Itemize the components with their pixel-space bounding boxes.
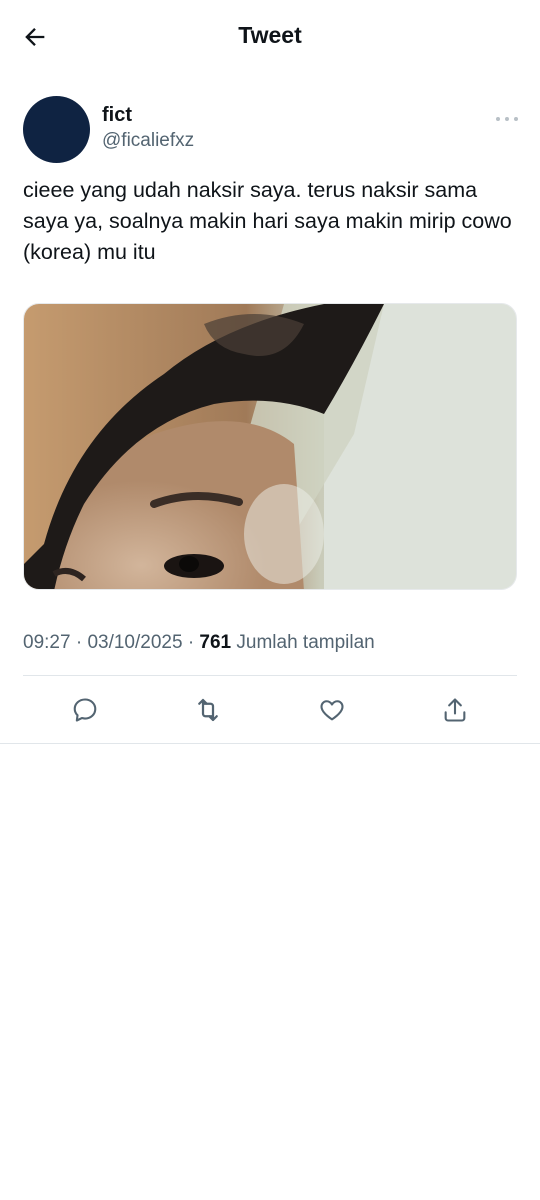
share-icon bbox=[444, 698, 466, 722]
tweet-date: 03/10/2025 bbox=[87, 632, 183, 653]
more-options-button[interactable] bbox=[496, 114, 518, 124]
like-button[interactable] bbox=[310, 688, 354, 732]
meta-separator: · bbox=[75, 632, 88, 653]
views-count[interactable]: 761 bbox=[199, 632, 231, 653]
page-title: Tweet bbox=[238, 22, 302, 48]
author-name[interactable]: fict bbox=[102, 104, 132, 127]
top-bar: Tweet bbox=[0, 0, 540, 72]
reply-button[interactable] bbox=[63, 688, 107, 732]
avatar[interactable] bbox=[23, 96, 90, 163]
divider bbox=[23, 675, 517, 676]
photo-image bbox=[24, 304, 516, 589]
more-dot-icon bbox=[514, 117, 518, 121]
more-dot-icon bbox=[496, 117, 500, 121]
tweet-media-photo[interactable] bbox=[23, 303, 517, 590]
views-label[interactable]: Jumlah tampilan bbox=[236, 632, 374, 653]
tweet-meta: 09:27 · 03/10/2025 · 761 Jumlah tampilan bbox=[23, 632, 375, 654]
tweet-text: cieee yang udah naksir saya. terus naksi… bbox=[23, 178, 512, 264]
reply-icon bbox=[73, 698, 97, 722]
meta-separator: · bbox=[187, 632, 200, 653]
tweet-time: 09:27 bbox=[23, 632, 71, 653]
more-dot-icon bbox=[505, 117, 509, 121]
author-handle[interactable]: @ficaliefxz bbox=[102, 130, 194, 152]
heart-icon bbox=[320, 700, 344, 721]
tweet-actions bbox=[23, 688, 517, 732]
retweet-button[interactable] bbox=[186, 688, 230, 732]
share-button[interactable] bbox=[433, 688, 477, 732]
tweet-author: fict @ficaliefxz bbox=[0, 96, 540, 176]
divider bbox=[0, 743, 540, 744]
retweet-icon bbox=[198, 698, 219, 722]
